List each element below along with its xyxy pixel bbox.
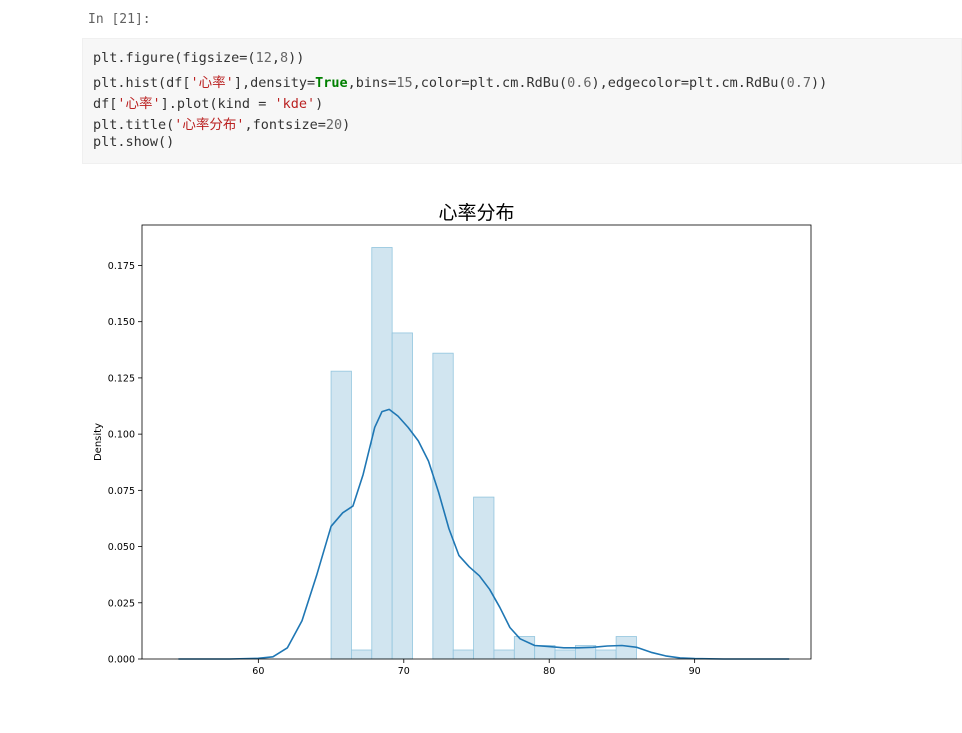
code-token: plt.show() — [93, 134, 175, 150]
code-token: )) — [810, 75, 828, 91]
code-token: ) — [342, 117, 351, 133]
code-token: '心率分布' — [174, 117, 245, 133]
code-token: , — [271, 50, 280, 66]
code-cell[interactable]: plt.figure(figsize=(12,8)) plt.hist(df['心… — [82, 38, 962, 164]
code-token: ),edgecolor=plt.cm.RdBu( — [591, 75, 787, 91]
code-line: plt.show() — [93, 134, 174, 150]
code-token: 20 — [325, 117, 343, 133]
code-token: 0.7 — [786, 75, 811, 91]
code-token: '心率' — [117, 96, 161, 112]
histogram-bar — [595, 649, 617, 660]
code-token: True — [315, 75, 348, 91]
histogram-bar — [554, 649, 576, 660]
x-tick-label: 70 — [398, 666, 410, 677]
y-tick-label: 0.175 — [108, 261, 135, 272]
code-token: df[ — [93, 96, 118, 112]
y-axis-label: Density — [93, 423, 104, 461]
histogram-bar — [473, 496, 495, 660]
histogram-bar — [391, 332, 413, 660]
code-token: 8 — [279, 50, 289, 66]
code-line: plt.title('心率分布',fontsize=20) — [93, 113, 350, 133]
histogram-bar — [452, 649, 474, 660]
code-token: plt.hist(df[ — [93, 75, 191, 91]
histogram-chart: 心率分布 60 70 80 90 0.000 0.025 0.050 0.075 0.100 0.1… — [93, 202, 812, 677]
code-line: plt.hist(df['心率'],density=True,bins=15,c… — [93, 71, 827, 91]
code-token: ) — [315, 96, 324, 112]
code-token: 'kde' — [274, 96, 316, 112]
code-token: ],density= — [233, 75, 316, 91]
y-tick-label: 0.025 — [108, 598, 135, 609]
y-tick-label: 0.075 — [108, 486, 135, 497]
code-token: )) — [288, 50, 305, 66]
code-token: 0.6 — [567, 75, 592, 91]
x-tick-label: 90 — [689, 666, 701, 677]
code-token: plt.title( — [93, 117, 175, 133]
code-line: plt.figure(figsize=(12,8)) — [93, 50, 304, 66]
y-tick-label: 0.100 — [108, 430, 135, 441]
histogram-bar — [351, 649, 373, 660]
y-tick-label: 0.150 — [108, 317, 135, 328]
code-token: '心率' — [190, 75, 234, 91]
histogram-bar — [493, 649, 515, 660]
code-token: ,color=plt.cm.RdBu( — [412, 75, 568, 91]
histogram-bar — [371, 247, 393, 660]
code-token: 12 — [255, 50, 272, 66]
cell-prompt: In [21]: — [88, 12, 151, 27]
histogram-bar — [513, 636, 536, 660]
chart-title: 心率分布 — [438, 202, 514, 224]
code-token: 15 — [396, 75, 413, 91]
code-token: ,bins= — [347, 75, 397, 91]
code-token: plt.figure(figsize=( — [93, 50, 256, 66]
histogram-bar — [615, 636, 637, 660]
code-token: ].plot(kind = — [160, 96, 275, 112]
y-tick-label: 0.125 — [108, 373, 135, 384]
cell-output: 心率分布 60 70 80 90 0.000 0.025 0.050 0.075 0.100 0.1… — [82, 190, 842, 710]
x-tick-label: 80 — [543, 666, 555, 677]
code-token: ,fontsize= — [244, 117, 326, 133]
y-tick-label: 0.000 — [108, 655, 135, 666]
y-tick-label: 0.050 — [108, 542, 135, 553]
x-tick-label: 60 — [252, 666, 264, 677]
code-line: df['心率'].plot(kind = 'kde') — [93, 92, 323, 112]
